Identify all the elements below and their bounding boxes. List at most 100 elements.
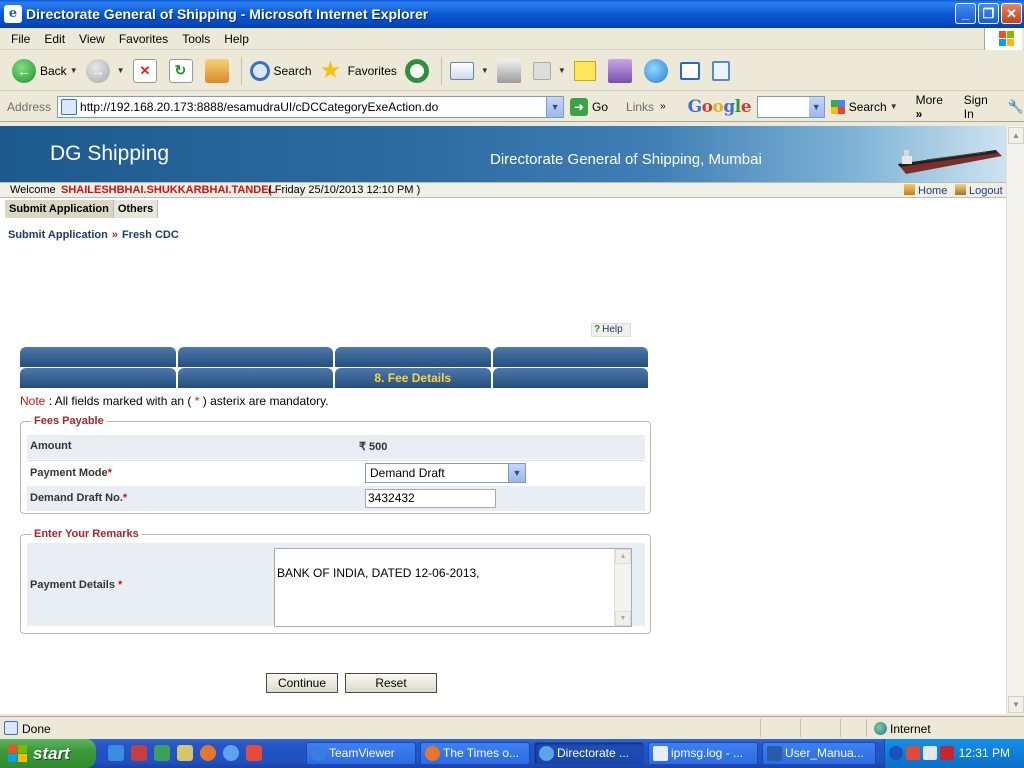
more-button[interactable]: More » <box>916 93 952 121</box>
breadcrumb-item[interactable]: Submit Application <box>8 229 108 241</box>
messenger-button[interactable] <box>640 55 676 87</box>
window-button[interactable] <box>676 55 708 87</box>
tab-others[interactable]: Others <box>113 200 159 218</box>
start-button[interactable]: start <box>0 739 96 768</box>
site-banner: DG Shipping Directorate General of Shipp… <box>0 126 1006 182</box>
wizard-step[interactable] <box>335 347 491 367</box>
quicklaunch-app-icon[interactable] <box>177 745 193 761</box>
magnifier-icon <box>711 60 730 81</box>
address-url: http://192.168.20.173:8888/esamudraUI/cD… <box>80 99 439 114</box>
page-scrollbar[interactable]: ▲ ▼ <box>1006 126 1024 714</box>
back-dropdown-icon[interactable]: ▼ <box>70 66 78 75</box>
links-button[interactable]: Links <box>626 100 654 114</box>
quicklaunch-app-icon[interactable] <box>246 745 262 761</box>
taskbar-item-word[interactable]: User_Manua... <box>762 742 876 765</box>
quicklaunch-ie-icon[interactable] <box>223 745 239 761</box>
tray-expand-icon[interactable] <box>889 746 903 760</box>
google-search-dropdown-arrow-icon[interactable]: ▼ <box>890 102 898 111</box>
favorites-star-icon: ★ <box>319 56 342 84</box>
quicklaunch-app-icon[interactable] <box>154 745 170 761</box>
wizard-step-fee-details[interactable]: 8. Fee Details <box>335 368 491 388</box>
home-button[interactable] <box>201 55 237 87</box>
edit-dropdown-icon[interactable]: ▼ <box>558 66 566 75</box>
logout-link[interactable]: Logout <box>955 184 1003 197</box>
links-chevron-icon[interactable]: » <box>660 101 666 112</box>
messenger-icon <box>643 58 668 83</box>
tray-icon[interactable] <box>906 746 920 760</box>
zoom-button[interactable] <box>708 55 738 87</box>
tab-submit-application[interactable]: Submit Application <box>5 200 114 218</box>
google-search-input[interactable]: ▼ <box>757 95 825 118</box>
scroll-down-icon[interactable]: ▼ <box>615 611 631 626</box>
toolbar: ← Back ▼ → ▼ ✕ ↻ Search ★ Favorites ▼ ▼ <box>0 51 1024 91</box>
mail-button[interactable]: ▼ <box>446 55 493 87</box>
forward-dropdown-icon[interactable]: ▼ <box>117 66 125 75</box>
restore-button[interactable]: ❐ <box>978 3 999 24</box>
taskbar-item-teamviewer[interactable]: TeamViewer <box>306 742 416 765</box>
tray-icon[interactable] <box>940 746 954 760</box>
welcome-bar: Welcome SHAILESHBHAI.SHUKKARBHAI.TANDEL … <box>0 182 1006 198</box>
print-button[interactable] <box>493 55 529 87</box>
taskbar-item-ipmsg[interactable]: ipmsg.log - ... <box>648 742 758 765</box>
help-button[interactable]: ? Help <box>591 323 631 337</box>
address-input[interactable]: http://192.168.20.173:8888/esamudraUI/cD… <box>57 95 565 118</box>
search-button[interactable]: Search <box>246 55 316 87</box>
discuss-button[interactable] <box>570 55 604 87</box>
payment-details-textarea[interactable]: BANK OF INDIA, DATED 12-06-2013, ▲ ▼ <box>274 548 632 627</box>
menu-favorites[interactable]: Favorites <box>112 32 175 46</box>
menu-tools[interactable]: Tools <box>175 32 217 46</box>
edit-button[interactable]: ▼ <box>529 55 570 87</box>
wizard-step[interactable] <box>20 368 176 388</box>
payment-mode-label: Payment Mode* <box>30 467 112 479</box>
wizard-step[interactable] <box>177 368 333 388</box>
quicklaunch-ie-icon[interactable] <box>108 745 124 761</box>
minimize-button[interactable]: _ <box>955 3 976 24</box>
window-title-bar[interactable]: e Directorate General of Shipping - Micr… <box>0 0 1024 28</box>
wizard-step[interactable] <box>177 347 333 367</box>
stop-button[interactable]: ✕ <box>129 55 165 87</box>
address-dropdown-icon[interactable]: ▼ <box>546 96 564 117</box>
go-button[interactable]: ➜ Go <box>570 97 608 116</box>
demand-draft-input[interactable]: 3432432 <box>365 489 496 508</box>
favorites-button[interactable]: ★ Favorites <box>316 55 401 87</box>
forward-button[interactable]: → ▼ <box>82 55 129 87</box>
back-arrow-icon: ← <box>12 58 36 83</box>
continue-button[interactable]: Continue <box>266 673 338 693</box>
close-button[interactable]: ✕ <box>1001 3 1022 24</box>
status-divider <box>866 719 867 737</box>
scroll-up-icon[interactable]: ▲ <box>1008 127 1024 144</box>
back-button[interactable]: ← Back ▼ <box>8 55 82 87</box>
menu-help[interactable]: Help <box>217 32 256 46</box>
menu-view[interactable]: View <box>72 32 112 46</box>
google-search-dropdown-icon[interactable]: ▼ <box>808 96 824 117</box>
quicklaunch-firefox-icon[interactable] <box>200 745 216 761</box>
mail-dropdown-icon[interactable]: ▼ <box>481 66 489 75</box>
scroll-up-icon[interactable]: ▲ <box>615 549 631 564</box>
research-button[interactable] <box>604 55 640 87</box>
taskbar-item-ie[interactable]: Directorate ... <box>534 742 644 765</box>
wizard-step[interactable] <box>20 347 176 367</box>
quicklaunch-app-icon[interactable] <box>131 745 147 761</box>
wrench-icon[interactable]: 🔧 <box>1008 99 1024 115</box>
menu-file[interactable]: File <box>0 32 37 46</box>
taskbar-item-label: TeamViewer <box>329 746 395 760</box>
history-button[interactable] <box>401 55 437 87</box>
sign-in-button[interactable]: Sign In <box>964 93 1000 121</box>
network-icon[interactable] <box>923 746 937 760</box>
payment-mode-select[interactable]: Demand Draft ▼ <box>365 463 526 483</box>
security-zone[interactable]: Internet <box>870 722 931 736</box>
refresh-button[interactable]: ↻ <box>165 55 201 87</box>
scroll-down-icon[interactable]: ▼ <box>1008 696 1024 713</box>
taskbar-item-firefox[interactable]: The Times o... <box>420 742 530 765</box>
wizard-step[interactable] <box>492 347 648 367</box>
textarea-scrollbar[interactable]: ▲ ▼ <box>614 549 631 626</box>
google-search-button[interactable]: Search ▼ <box>830 99 898 114</box>
history-icon <box>404 58 429 83</box>
reset-button[interactable]: Reset <box>345 673 437 693</box>
wizard-step[interactable] <box>492 368 648 388</box>
site-brand: DG Shipping <box>50 142 170 165</box>
taskbar: start TeamViewer The Times o... Director… <box>0 739 1024 768</box>
home-link[interactable]: Home <box>904 184 947 197</box>
menu-edit[interactable]: Edit <box>37 32 72 46</box>
chevron-down-icon[interactable]: ▼ <box>508 464 525 482</box>
